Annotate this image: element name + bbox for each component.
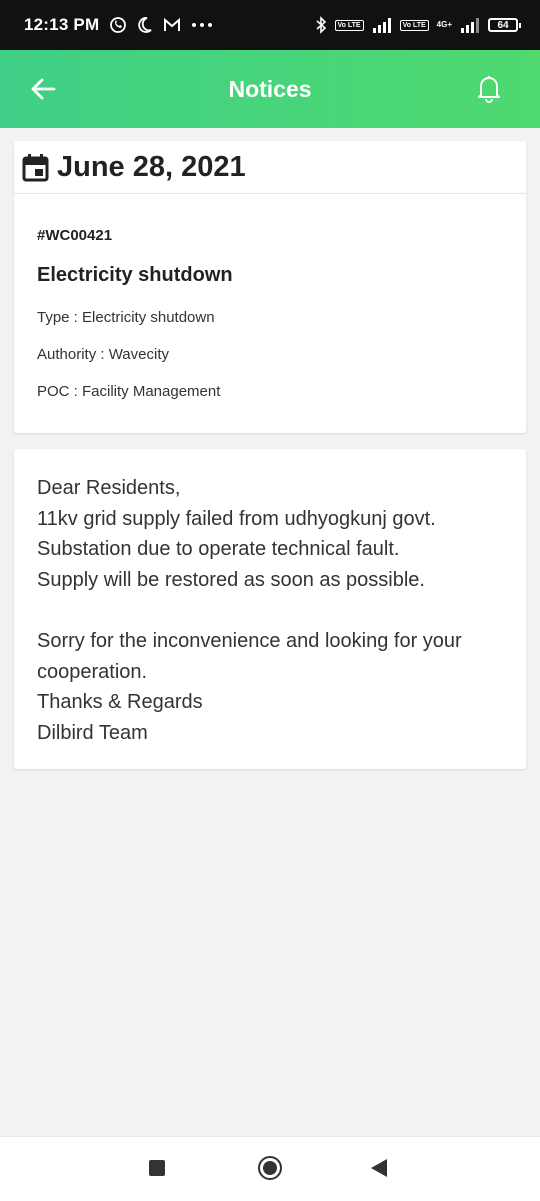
message-line: Dear Residents,: [37, 477, 181, 499]
system-nav-bar: [0, 1136, 540, 1201]
network-type: 4G+: [436, 20, 452, 29]
home-icon[interactable]: [258, 1156, 282, 1180]
notice-date: June 28, 2021: [57, 150, 246, 183]
message-line: Substation due to operate technical faul…: [37, 538, 400, 561]
whatsapp-icon: [109, 16, 127, 34]
status-left: 12:13 PM: [24, 15, 213, 35]
more-dots-icon: [191, 22, 213, 28]
notice-info-card: June 28, 2021 #WC00421 Electricity shutd…: [14, 141, 526, 433]
message-line: Dilbird Team: [37, 721, 148, 744]
bell-icon: [478, 76, 500, 103]
message-line: 11kv grid supply failed from udhyogkunj …: [37, 507, 436, 530]
status-time: 12:13 PM: [24, 15, 100, 34]
notifications-button[interactable]: [474, 72, 504, 104]
notice-type: Type : Electricity shutdown: [37, 309, 215, 326]
signal-icon: [372, 17, 392, 33]
volte-badge-1: Vo LTE: [334, 19, 364, 31]
notice-poc: POC : Facility Management: [37, 383, 221, 400]
notice-message: Dear Residents, 11kv grid supply failed …: [37, 473, 506, 748]
calendar-icon: [22, 153, 49, 181]
back-icon[interactable]: [371, 1159, 387, 1177]
message-line: Sorry for the inconvenience and looking …: [37, 629, 462, 652]
app-bar: Notices: [0, 50, 540, 128]
message-line: cooperation.: [37, 660, 148, 683]
notice-authority: Authority : Wavecity: [37, 346, 169, 363]
back-button[interactable]: [28, 74, 58, 104]
bluetooth-icon: [315, 16, 327, 34]
message-line: [37, 595, 506, 626]
message-line: Supply will be restored as soon as possi…: [37, 568, 425, 591]
page-title: Notices: [228, 75, 312, 102]
gmail-icon: [163, 18, 181, 32]
volte-badge-2: Vo LTE: [399, 19, 429, 31]
message-line: Thanks & Regards: [37, 691, 203, 714]
signal-icon-2: [460, 17, 480, 33]
notice-message-card: Dear Residents, 11kv grid supply failed …: [14, 449, 526, 769]
moon-icon: [137, 16, 153, 34]
notice-date-row: June 28, 2021: [14, 141, 526, 194]
notice-title: Electricity shutdown: [37, 264, 233, 286]
notice-id: #WC00421: [37, 227, 113, 244]
status-bar: 12:13 PM Vo LTE Vo LTE 4G+ 64: [0, 0, 540, 50]
recent-apps-icon[interactable]: [149, 1160, 165, 1176]
arrow-left-icon: [31, 78, 56, 100]
status-right: Vo LTE Vo LTE 4G+ 64: [315, 16, 521, 34]
battery-icon: 64: [488, 18, 521, 32]
